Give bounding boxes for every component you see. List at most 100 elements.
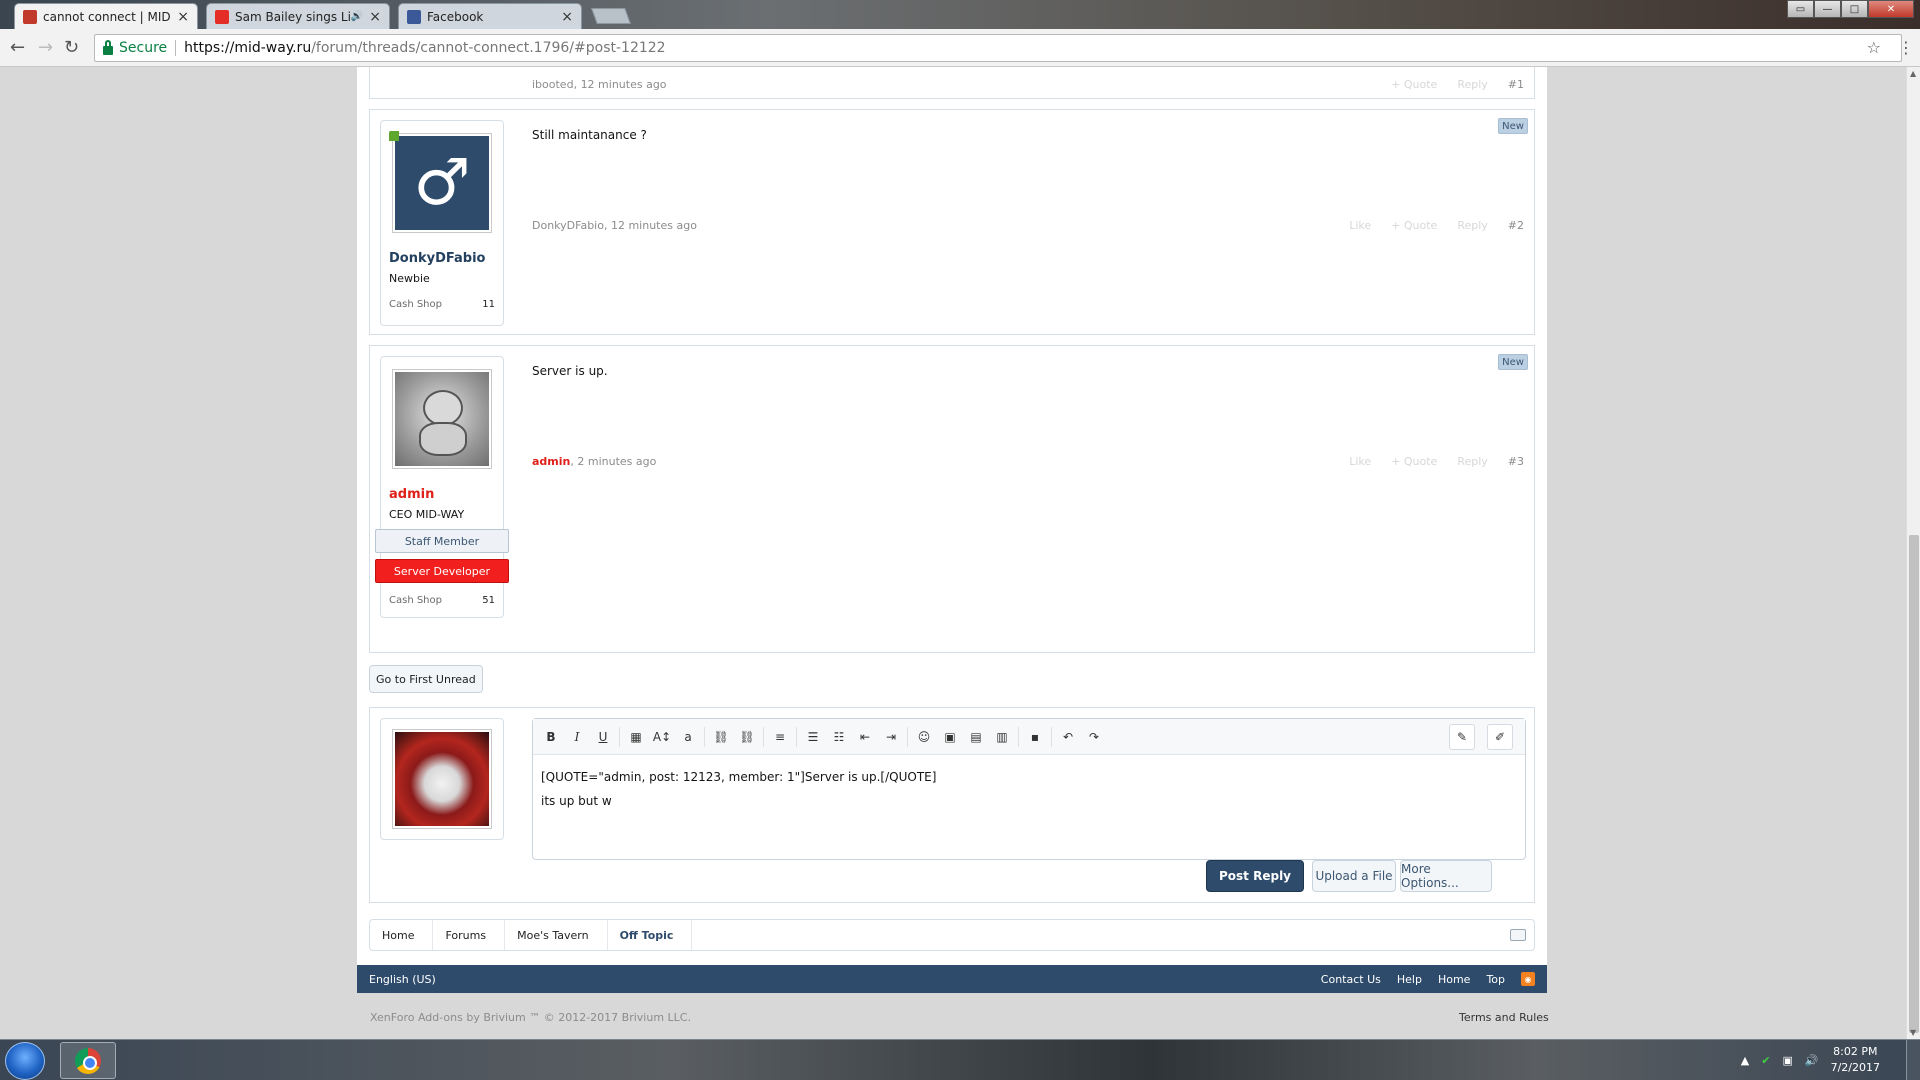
help-link[interactable]: Help — [1397, 973, 1422, 986]
avatar[interactable]: ♂ — [392, 133, 492, 233]
post-time[interactable]: 12 minutes ago — [581, 78, 667, 91]
like-button[interactable]: Like — [1349, 455, 1371, 468]
reply-button[interactable]: Reply — [1457, 455, 1487, 468]
tab-label: Facebook — [427, 9, 484, 24]
rss-icon[interactable]: ◉ — [1521, 972, 1535, 986]
post-number[interactable]: #3 — [1508, 455, 1524, 468]
indent-icon[interactable]: ⇥ — [881, 727, 901, 747]
toggle-bbcode-icon[interactable]: ✐ — [1487, 723, 1513, 750]
editor-content[interactable]: [QUOTE="admin, post: 12123, member: 1"]S… — [533, 755, 1525, 823]
new-tab-button[interactable] — [591, 8, 631, 24]
italic-button[interactable]: I — [567, 727, 587, 747]
maximize-button[interactable]: □ — [1841, 0, 1868, 18]
jump-menu-icon[interactable] — [1510, 929, 1526, 941]
go-to-first-unread-button[interactable]: Go to First Unread — [369, 665, 483, 693]
toolbar-divider — [619, 726, 620, 747]
post-author[interactable]: admin — [532, 455, 570, 468]
upload-file-button[interactable]: Upload a File — [1312, 860, 1396, 892]
contact-us-link[interactable]: Contact Us — [1321, 973, 1381, 986]
image-icon[interactable]: ▣ — [940, 727, 960, 747]
username[interactable]: admin — [389, 487, 503, 502]
show-desktop-button[interactable] — [1906, 1040, 1920, 1080]
system-clock[interactable]: 8:02 PM 7/2/2017 — [1831, 1044, 1880, 1076]
scroll-up-icon[interactable]: ▲ — [1910, 69, 1916, 78]
reply-button[interactable]: Reply — [1457, 78, 1487, 91]
scroll-down-icon[interactable]: ▼ — [1910, 1028, 1916, 1037]
post-number[interactable]: #1 — [1508, 78, 1524, 91]
post-time[interactable]: 2 minutes ago — [577, 455, 656, 468]
breadcrumb-forums[interactable]: Forums — [433, 920, 506, 950]
facebook-favicon-icon — [407, 9, 421, 24]
font-family-icon[interactable]: a — [678, 727, 698, 747]
browser-menu-icon[interactable]: ⋮ — [1898, 38, 1914, 57]
bold-button[interactable]: B — [541, 727, 561, 747]
scrollbar-thumb[interactable] — [1909, 535, 1919, 1033]
home-link[interactable]: Home — [1438, 973, 1470, 986]
volume-icon[interactable]: 🔊 — [1805, 1054, 1819, 1067]
toolbar-divider — [1018, 726, 1019, 747]
back-icon[interactable]: ← — [10, 37, 25, 58]
windows-taskbar: ▲ ✔ ▣ 🔊 8:02 PM 7/2/2017 — [0, 1039, 1920, 1080]
outdent-icon[interactable]: ⇤ — [855, 727, 875, 747]
bullet-list-icon[interactable]: ☰ — [803, 727, 823, 747]
network-icon[interactable]: ▣ — [1782, 1054, 1792, 1067]
numbered-list-icon[interactable]: ☷ — [829, 727, 849, 747]
close-tab-icon[interactable]: × — [177, 9, 189, 25]
close-tab-icon[interactable]: × — [369, 9, 381, 25]
username[interactable]: DonkyDFabio — [389, 251, 503, 266]
font-size-icon[interactable]: A↕ — [652, 727, 672, 747]
user-stat: Cash Shop 11 — [389, 299, 495, 310]
remove-formatting-icon[interactable]: ✎ — [1449, 723, 1475, 750]
align-icon[interactable]: ≡ — [770, 727, 790, 747]
quote-button[interactable]: + Quote — [1391, 219, 1437, 232]
reload-icon[interactable]: ↻ — [64, 37, 79, 58]
copyright[interactable]: XenForo Add-ons by Brivium ™ © 2012-2017… — [370, 1011, 691, 1024]
restore-button[interactable]: ▭ — [1787, 0, 1814, 18]
post-author[interactable]: ibooted — [532, 78, 574, 91]
post-reply-button[interactable]: Post Reply — [1206, 860, 1304, 892]
audio-playing-icon[interactable]: 🔊 — [351, 11, 363, 22]
close-tab-icon[interactable]: × — [561, 9, 573, 25]
bookmark-star-icon[interactable]: ☆ — [1867, 38, 1881, 57]
close-window-button[interactable]: ✕ — [1868, 0, 1914, 18]
language-chooser[interactable]: English (US) — [369, 973, 436, 986]
start-button[interactable] — [5, 1042, 45, 1080]
undo-icon[interactable]: ↶ — [1058, 727, 1078, 747]
media-icon[interactable]: ▤ — [966, 727, 986, 747]
like-button[interactable]: Like — [1349, 219, 1371, 232]
show-hidden-icons-icon[interactable]: ▲ — [1741, 1054, 1749, 1067]
message-editor[interactable]: B I U ▦ A↕ a ⛓ ⛓ ≡ ☰ ☷ ⇤ ⇥ ☺ ▣ ▤ ▥ ▪ ↶ ↷… — [532, 718, 1526, 860]
link-icon[interactable]: ⛓ — [711, 727, 731, 747]
top-link[interactable]: Top — [1486, 973, 1505, 986]
unlink-icon[interactable]: ⛓ — [737, 727, 757, 747]
post-number[interactable]: #2 — [1508, 219, 1524, 232]
insert-icon[interactable]: ▥ — [992, 727, 1012, 747]
save-draft-icon[interactable]: ▪ — [1025, 727, 1045, 747]
security-tray-icon[interactable]: ✔ — [1761, 1054, 1770, 1067]
reply-button[interactable]: Reply — [1457, 219, 1487, 232]
tab-cannot-connect[interactable]: cannot connect | MID-W × — [14, 3, 198, 29]
more-options-button[interactable]: More Options... — [1400, 860, 1492, 892]
text-color-icon[interactable]: ▦ — [626, 727, 646, 747]
terms-link[interactable]: Terms and Rules — [1459, 1011, 1549, 1024]
address-bar[interactable]: Secure https://mid-way.ru /forum/threads… — [94, 34, 1902, 62]
page-scrollbar[interactable]: ▲ ▼ — [1906, 67, 1920, 1039]
quote-button[interactable]: + Quote — [1391, 455, 1437, 468]
breadcrumb-home[interactable]: Home — [370, 920, 434, 950]
minimize-button[interactable]: — — [1814, 0, 1841, 18]
underline-button[interactable]: U — [593, 727, 613, 747]
forward-icon[interactable]: → — [38, 37, 53, 58]
taskbar-chrome-button[interactable] — [60, 1042, 116, 1079]
avatar[interactable] — [392, 369, 492, 469]
post-time[interactable]: 12 minutes ago — [611, 219, 697, 232]
quote-button[interactable]: + Quote — [1391, 78, 1437, 91]
tab-sam-bailey[interactable]: Sam Bailey sings Liste 🔊 × — [206, 3, 390, 29]
post-meta: admin, 2 minutes ago — [532, 455, 657, 468]
breadcrumb-moes-tavern[interactable]: Moe's Tavern — [505, 920, 608, 950]
post-author[interactable]: DonkyDFabio — [532, 219, 604, 232]
avatar[interactable] — [392, 729, 492, 829]
redo-icon[interactable]: ↷ — [1084, 727, 1104, 747]
tab-facebook[interactable]: Facebook × — [398, 3, 582, 29]
breadcrumb-off-topic[interactable]: Off Topic — [608, 920, 693, 950]
smilie-icon[interactable]: ☺ — [914, 727, 934, 747]
